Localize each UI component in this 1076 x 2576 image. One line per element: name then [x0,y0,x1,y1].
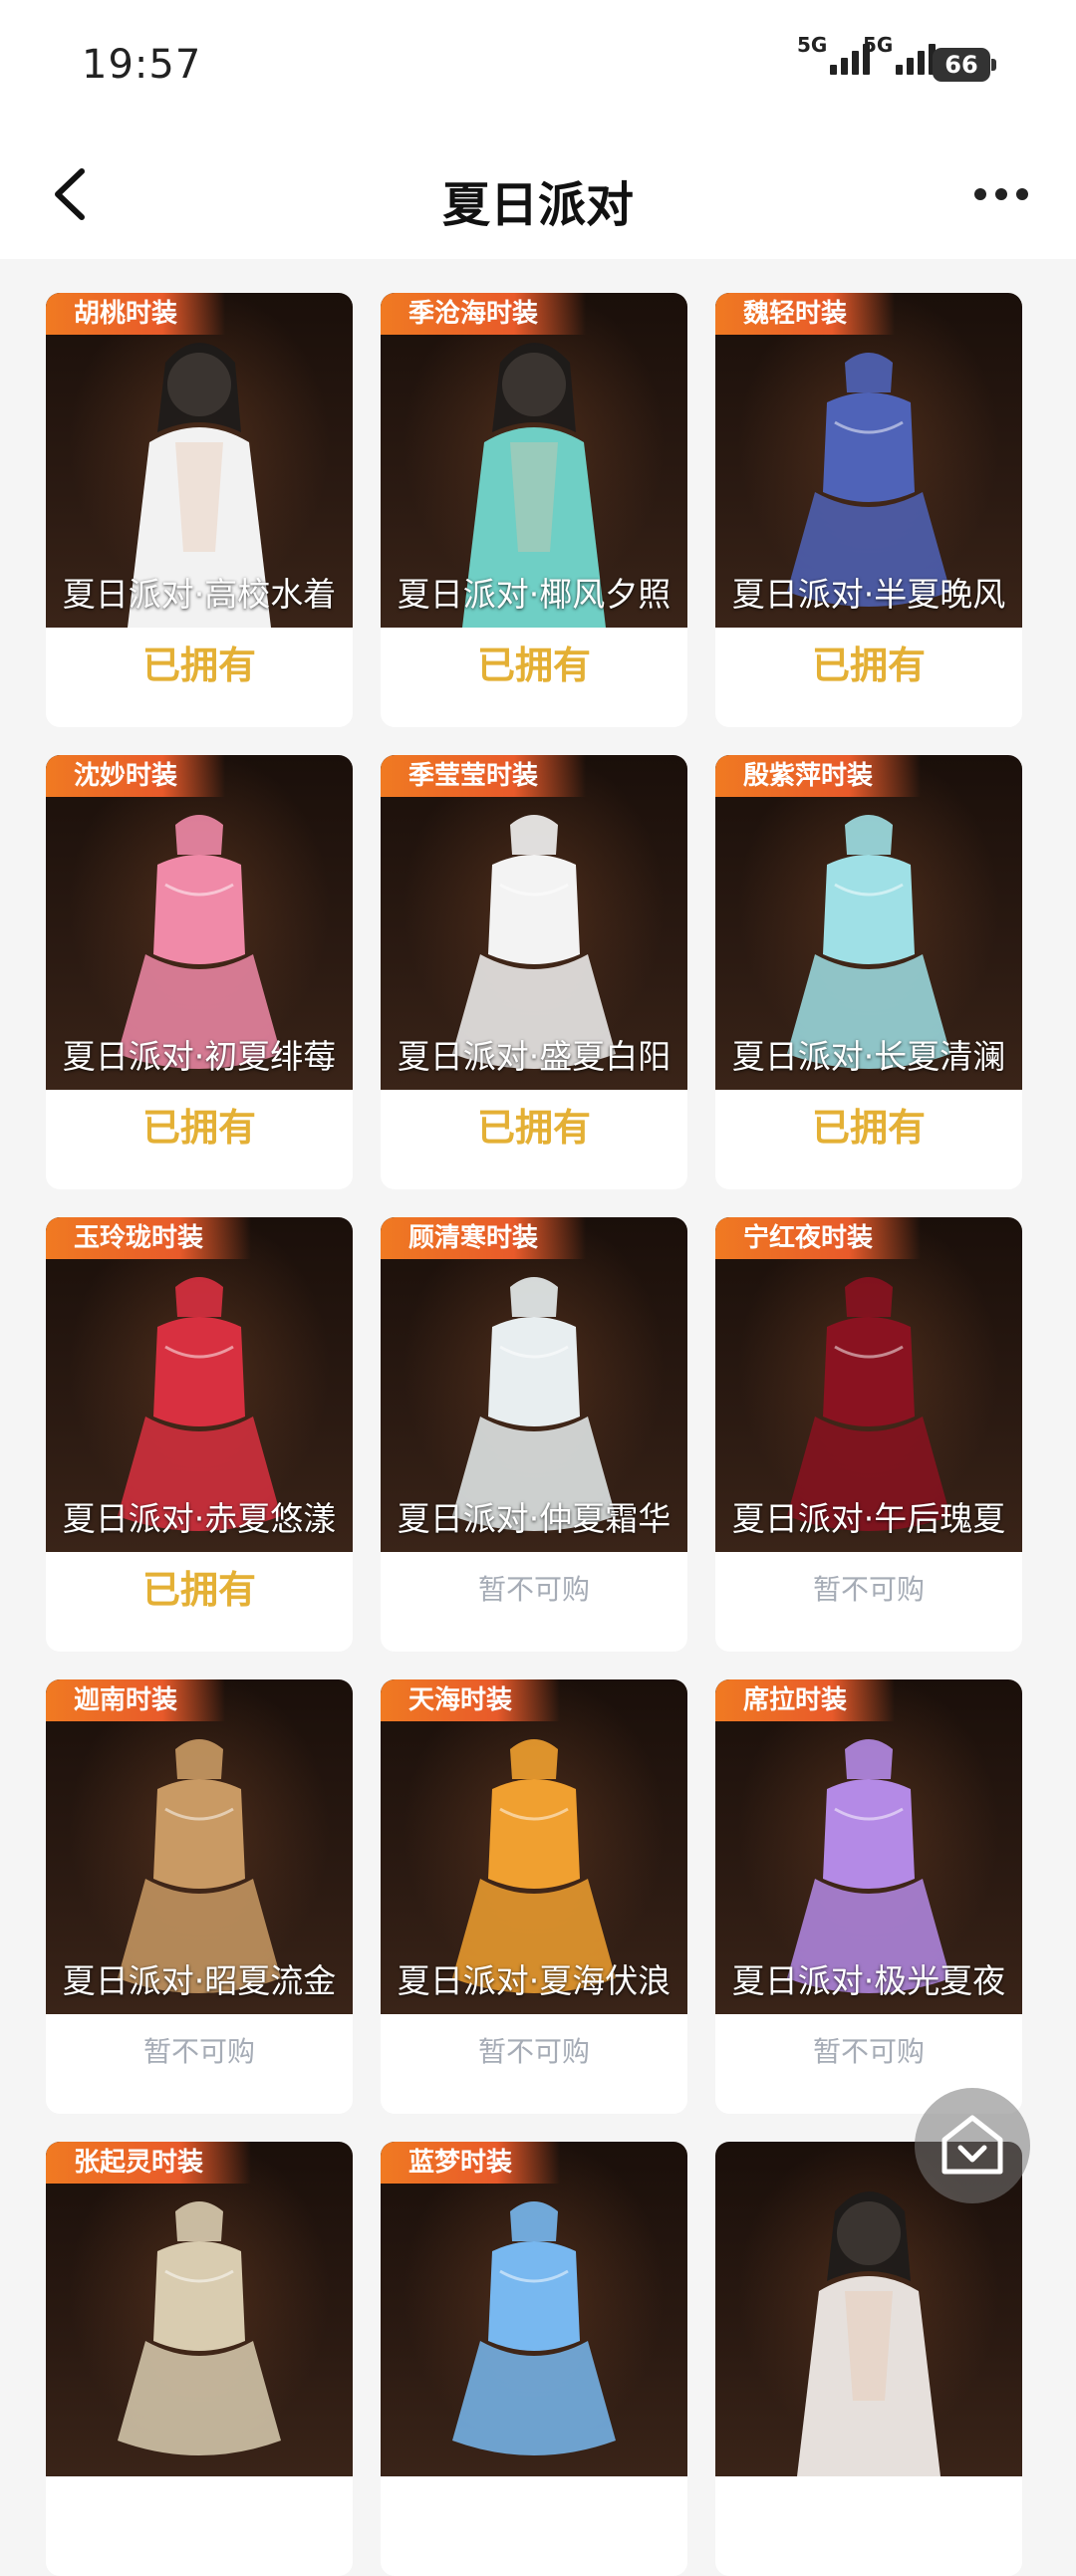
owned-status: 已拥有 [811,644,926,687]
costume-name: 夏日派对·椰风夕照 [397,575,672,614]
costume-image: 玉玲珑时装夏日派对·赤夏悠漾 [46,1217,353,1552]
costume-image: 席拉时装夏日派对·极光夏夜 [715,1679,1022,2014]
character-tag: 殷紫萍时装 [715,755,922,797]
costume-name: 夏日派对·高校水着 [62,575,337,614]
costume-name: 夏日派对·长夏清澜 [731,1037,1006,1076]
character-tag: 席拉时装 [715,1679,896,1721]
unavailable-status: 暂不可购 [477,2035,590,2068]
costume-card[interactable]: 迦南时装夏日派对·昭夏流金暂不可购 [46,1679,353,2114]
costume-card[interactable]: 殷紫萍时装夏日派对·长夏清澜已拥有 [715,755,1022,1189]
costume-card[interactable] [715,2142,1022,2576]
costume-image: 宁红夜时装夏日派对·午后瑰夏 [715,1217,1022,1552]
character-tag: 宁红夜时装 [715,1217,922,1259]
costume-card[interactable]: 季沧海时装夏日派对·椰风夕照已拥有 [381,293,687,727]
network-label: 5G [797,33,828,57]
costume-card[interactable]: 顾清寒时装夏日派对·仲夏霜华暂不可购 [381,1217,687,1652]
costume-card[interactable]: 玉玲珑时装夏日派对·赤夏悠漾已拥有 [46,1217,353,1652]
scroll-toggle-button[interactable] [915,2088,1030,2203]
owned-status: 已拥有 [141,1568,256,1612]
costume-image: 蓝梦时装 [381,2142,687,2476]
character-tag: 张起灵时装 [46,2142,252,2184]
character-tag: 天海时装 [381,1679,561,1721]
costume-image: 季沧海时装夏日派对·椰风夕照 [381,293,687,628]
costume-name: 夏日派对·初夏绯莓 [62,1037,337,1076]
character-tag: 季沧海时装 [381,293,587,335]
costume-image: 顾清寒时装夏日派对·仲夏霜华 [381,1217,687,1552]
unavailable-status: 暂不可购 [142,2035,255,2068]
character-tag: 迦南时装 [46,1679,226,1721]
top-nav-bar: 夏日派对 [0,129,1076,259]
costume-image: 天海时装夏日派对·夏海伏浪 [381,1679,687,2014]
unavailable-status: 暂不可购 [812,1573,925,1606]
owned-status: 已拥有 [141,1106,256,1150]
signal-icon-2: 5G [863,33,937,75]
costume-name: 夏日派对·夏海伏浪 [397,1961,672,2000]
costume-image: 魏轻时装夏日派对·半夏晚风 [715,293,1022,628]
more-dots-icon [974,188,986,200]
costume-card[interactable]: 季莹莹时装夏日派对·盛夏白阳已拥有 [381,755,687,1189]
owned-status: 已拥有 [476,1106,591,1150]
costume-name: 夏日派对·仲夏霜华 [397,1499,672,1538]
owned-status: 已拥有 [476,644,591,687]
character-tag: 玉玲珑时装 [46,1217,252,1259]
costume-name: 夏日派对·赤夏悠漾 [62,1499,337,1538]
character-tag: 胡桃时装 [46,293,226,335]
battery-icon: 66 [933,48,996,82]
costume-card[interactable]: 胡桃时装夏日派对·高校水着已拥有 [46,293,353,727]
status-bar: 19:57 5G 5G 66 [0,0,1076,129]
costume-card[interactable]: 席拉时装 夏日派对·极光夏夜 暂不可购 [715,1679,1022,2114]
costume-name: 夏日派对·盛夏白阳 [397,1037,672,1076]
costume-card[interactable]: 蓝梦时装 [381,2142,687,2576]
owned-status: 已拥有 [141,644,256,687]
more-button[interactable] [966,159,1036,229]
costume-image: 殷紫萍时装夏日派对·长夏清澜 [715,755,1022,1090]
costume-name: 夏日派对·半夏晚风 [731,575,1006,614]
costume-name: 夏日派对·极光夏夜 [731,1961,1006,2000]
costume-name: 夏日派对·午后瑰夏 [731,1499,1006,1538]
page-title: 夏日派对 [441,177,634,233]
character-tag: 季莹莹时装 [381,755,587,797]
unavailable-status: 暂不可购 [477,1573,590,1606]
costume-image: 沈妙时装夏日派对·初夏绯莓 [46,755,353,1090]
status-time: 19:57 [82,42,202,88]
collapse-down-icon [942,2115,1003,2175]
costume-card[interactable]: 魏轻时装夏日派对·半夏晚风已拥有 [715,293,1022,727]
costume-image: 迦南时装夏日派对·昭夏流金 [46,1679,353,2014]
costume-name: 夏日派对·昭夏流金 [62,1961,337,2000]
costume-image: 胡桃时装夏日派对·高校水着 [46,293,353,628]
costume-card[interactable]: 张起灵时装 [46,2142,353,2576]
network-label-2: 5G [863,33,894,57]
signal-icon: 5G [797,33,871,75]
character-tag: 顾清寒时装 [381,1217,587,1259]
owned-status: 已拥有 [811,1106,926,1150]
costume-card[interactable]: 沈妙时装夏日派对·初夏绯莓已拥有 [46,755,353,1189]
costume-card[interactable]: 天海时装夏日派对·夏海伏浪暂不可购 [381,1679,687,2114]
character-tag: 蓝梦时装 [381,2142,561,2184]
costume-grid: 胡桃时装夏日派对·高校水着已拥有 季沧海时装夏日派对·椰风夕照已拥有 魏轻时装夏… [46,293,1030,2576]
character-tag: 沈妙时装 [46,755,226,797]
costume-card[interactable]: 宁红夜时装夏日派对·午后瑰夏暂不可购 [715,1217,1022,1652]
costume-image: 张起灵时装 [46,2142,353,2476]
character-tag: 魏轻时装 [715,293,896,335]
costume-image: 季莹莹时装夏日派对·盛夏白阳 [381,755,687,1090]
